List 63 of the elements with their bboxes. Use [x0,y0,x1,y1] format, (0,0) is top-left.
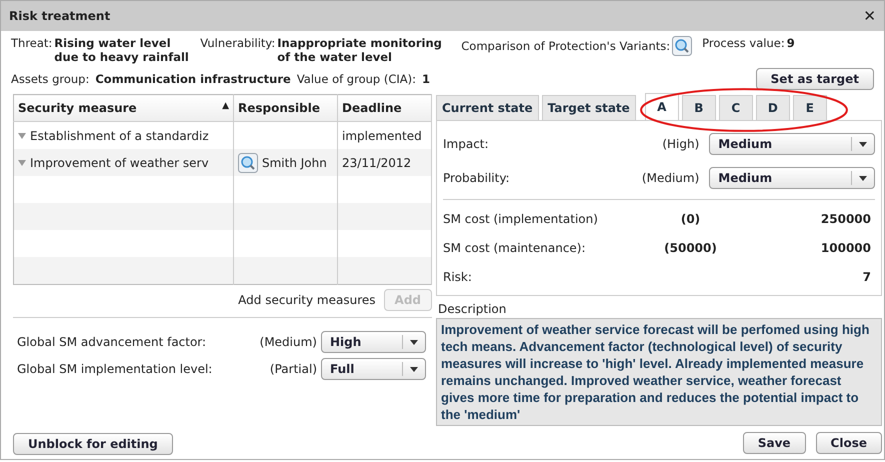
field-value: 7 [862,270,871,284]
close-button[interactable]: ✕ [863,7,876,25]
field-label: SM cost (implementation) [443,212,599,226]
field-label: Probability: [443,171,511,185]
dropdown[interactable]: Medium [709,133,875,155]
column-header[interactable]: Responsible [234,94,338,122]
field-label: Global SM advancement factor: [17,335,208,349]
field-label: Comparison of Protection's Variants: [461,39,670,53]
previous-value: (Partial) [268,362,318,376]
expand-icon[interactable] [18,160,26,166]
caret-icon [859,142,867,146]
previous-value: (Medium) [258,335,318,349]
column-header[interactable]: Security measure ▲ [14,94,234,122]
table-cell: 23/11/2012 [342,156,412,170]
field-label: Impact: [443,137,490,151]
dropdown[interactable]: High [321,331,426,353]
previous-value: (High) [661,137,700,151]
tab[interactable]: D [756,95,790,120]
unblock-button[interactable]: Unblock for editing [13,433,173,455]
description-label: Description [437,301,508,318]
field-value: 100000 [820,240,871,254]
dialog-button[interactable]: Save [742,432,806,454]
previous-value: (0) [680,212,700,226]
threat-value: Rising water level due to heavy rainfall [54,36,190,64]
table-cell: Establishment of a standardiz [30,128,209,142]
table-cell: Improvement of weather serv [30,156,209,170]
field-label: Risk: [443,270,473,284]
tab[interactable]: A [644,93,679,120]
tab[interactable]: B [682,95,716,120]
field-label: Assets group: [11,72,90,86]
dropdown[interactable]: Medium [709,167,875,189]
process-value: 9 [786,36,795,50]
set-as-target-button[interactable]: Set as target [756,68,874,90]
search-icon[interactable] [672,36,692,56]
search-icon[interactable] [238,152,258,172]
dialog-button[interactable]: Close [816,432,882,454]
description-text: Improvement of weather service forecast will be perfomed using high tech means. Advancement factor (technological level) of security measures will increase to 'high' level. Already implemented measure remains unchanged. Improved weather service, weather forecast gives more time for preparation and reduces the potential impact to the 'medium' [436,318,882,426]
dropdown[interactable]: Full [321,358,426,380]
field-label: Global SM implementation level: [17,362,214,376]
field-value: 250000 [820,212,871,226]
previous-value: (50000) [664,240,717,254]
caret-icon [410,340,418,344]
field-label: Process value: [702,36,785,50]
caret-icon [859,176,867,180]
window-title: Risk treatment [9,9,110,23]
tab[interactable]: E [792,95,827,120]
field-label: Threat: [11,36,52,50]
field-label: Value of group (CIA): [296,72,416,86]
field-label: Vulnerability: [200,36,276,50]
caret-icon [410,366,418,372]
expand-icon[interactable] [18,132,26,138]
group-value: 1 [422,72,430,86]
tab[interactable]: Target state [542,95,636,120]
table-cell: implemented [342,128,422,142]
add-label: Add security measures [238,293,376,307]
assets-value: Communication infrastructure [95,72,291,86]
tab[interactable]: C [718,95,753,120]
tab[interactable]: Current state [436,95,539,120]
table-cell: Smith John [262,156,327,170]
field-label: SM cost (maintenance): [443,240,587,254]
vulnerability-value: Inappropriate monitoring of the water level [277,36,443,64]
previous-value: (Medium) [640,171,700,185]
column-header[interactable]: Deadline [338,94,432,122]
